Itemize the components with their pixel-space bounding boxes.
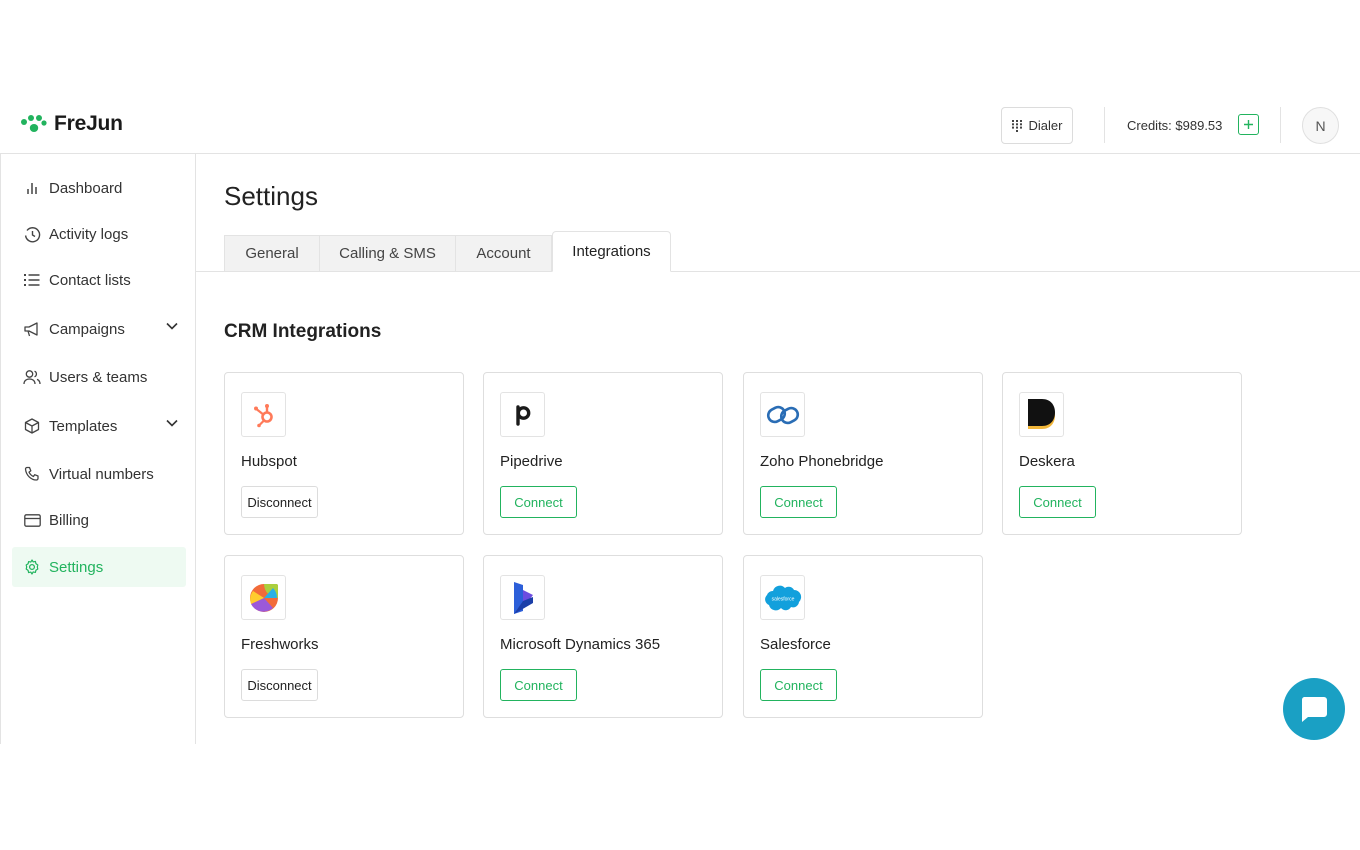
frejun-paw-icon — [21, 115, 47, 132]
dialer-label: Dialer — [1028, 118, 1063, 133]
salesforce-logo-text: salesforce — [771, 596, 794, 602]
tab-integrations[interactable]: Integrations — [552, 231, 671, 272]
integration-name: Pipedrive — [500, 453, 563, 470]
integration-card-hubspot: Hubspot Disconnect — [224, 372, 464, 535]
chat-bubble-icon — [1301, 697, 1327, 722]
integration-card-pipedrive: Pipedrive Connect — [483, 372, 723, 535]
megaphone-icon — [23, 320, 41, 338]
list-icon — [23, 271, 41, 289]
clock-history-icon — [23, 225, 41, 243]
user-avatar[interactable]: N — [1302, 107, 1339, 144]
deskera-logo — [1019, 392, 1064, 437]
bar-chart-icon — [23, 179, 41, 197]
tab-calling-sms[interactable]: Calling & SMS — [319, 235, 456, 272]
dialpad-icon — [1011, 119, 1022, 132]
sidebar-item-virtual-numbers[interactable]: Virtual numbers — [12, 454, 186, 494]
pipedrive-logo — [500, 392, 545, 437]
integration-card-zoho-phonebridge: Zoho Phonebridge Connect — [743, 372, 983, 535]
users-icon — [23, 368, 41, 386]
box-icon — [23, 417, 41, 435]
integration-name: Deskera — [1019, 453, 1075, 470]
chevron-down-icon[interactable] — [166, 322, 178, 330]
zoho-logo — [760, 392, 805, 437]
integration-card-salesforce: salesforce Salesforce Connect — [743, 555, 983, 718]
brand-name: FreJun — [54, 112, 123, 135]
top-header: FreJun Dialer Credits: $989.53 N — [0, 96, 1360, 154]
salesforce-logo: salesforce — [760, 575, 805, 620]
sidebar-item-settings[interactable]: Settings — [12, 547, 186, 587]
sidebar-item-label: Activity logs — [49, 225, 129, 243]
integration-name: Salesforce — [760, 636, 831, 653]
connect-button[interactable]: Connect — [1019, 486, 1096, 518]
integration-card-freshworks: Freshworks Disconnect — [224, 555, 464, 718]
integration-name: Hubspot — [241, 453, 297, 470]
integration-card-microsoft-dynamics-365: Microsoft Dynamics 365 Connect — [483, 555, 723, 718]
disconnect-button[interactable]: Disconnect — [241, 486, 318, 518]
sidebar-item-label: Dashboard — [49, 179, 123, 197]
sidebar-item-dashboard[interactable]: Dashboard — [12, 168, 186, 208]
brand-logo[interactable]: FreJun — [20, 112, 123, 136]
app-shell: FreJun Dialer Credits: $989.53 N Dashboa… — [0, 96, 1360, 744]
plus-icon — [1244, 120, 1253, 129]
tab-account[interactable]: Account — [455, 235, 552, 272]
header-divider — [1104, 107, 1105, 143]
integration-card-deskera: Deskera Connect — [1002, 372, 1242, 535]
chevron-down-icon[interactable] — [166, 419, 178, 427]
header-divider — [1280, 107, 1281, 143]
section-title: CRM Integrations — [224, 321, 382, 342]
connect-button[interactable]: Connect — [760, 486, 837, 518]
sidebar-item-label: Campaigns — [49, 320, 125, 338]
sidebar-item-label: Settings — [49, 558, 104, 576]
sidebar-item-label: Billing — [49, 511, 90, 529]
credit-card-icon — [23, 511, 41, 529]
sidebar-item-campaigns[interactable]: Campaigns — [12, 309, 186, 349]
sidebar-item-templates[interactable]: Templates — [12, 406, 186, 446]
add-credits-button[interactable] — [1238, 114, 1259, 135]
connect-button[interactable]: Connect — [500, 669, 577, 701]
dialer-button[interactable]: Dialer — [1001, 107, 1073, 144]
connect-button[interactable]: Connect — [760, 669, 837, 701]
credits-balance: Credits: $989.53 — [1127, 118, 1223, 133]
freshworks-logo — [241, 575, 286, 620]
integration-name: Zoho Phonebridge — [760, 453, 884, 470]
connect-button[interactable]: Connect — [500, 486, 577, 518]
integration-name: Microsoft Dynamics 365 — [500, 636, 661, 653]
gear-icon — [23, 558, 41, 576]
tab-general[interactable]: General — [224, 235, 320, 272]
sidebar-item-label: Users & teams — [49, 368, 148, 386]
hubspot-logo — [241, 392, 286, 437]
phone-icon — [23, 465, 41, 483]
sidebar-item-label: Virtual numbers — [49, 465, 154, 483]
sidebar-item-label: Contact lists — [49, 271, 131, 289]
sidebar-item-label: Templates — [49, 417, 118, 435]
sidebar-item-users-teams[interactable]: Users & teams — [12, 357, 186, 397]
sidebar-item-billing[interactable]: Billing — [12, 500, 186, 540]
integration-name: Freshworks — [241, 636, 319, 653]
main-content: Settings General Calling & SMS Account I… — [196, 154, 1360, 744]
sidebar: Dashboard Activity logs Contact lists Ca… — [0, 154, 196, 744]
disconnect-button[interactable]: Disconnect — [241, 669, 318, 701]
dynamics-logo — [500, 575, 545, 620]
sidebar-item-activity-logs[interactable]: Activity logs — [12, 214, 186, 254]
sidebar-item-contact-lists[interactable]: Contact lists — [12, 260, 186, 300]
page-title: Settings — [224, 181, 318, 211]
chat-widget-button[interactable] — [1283, 678, 1345, 740]
